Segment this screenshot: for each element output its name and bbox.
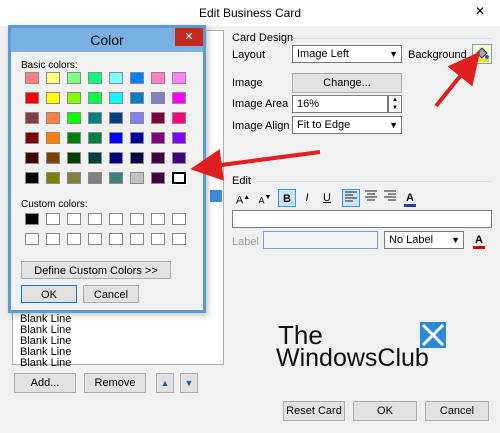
annotation-arrows bbox=[190, 51, 481, 181]
annotation-arrow-to-white-swatch bbox=[190, 149, 321, 181]
annotation-arrow-to-background-button bbox=[434, 51, 481, 108]
